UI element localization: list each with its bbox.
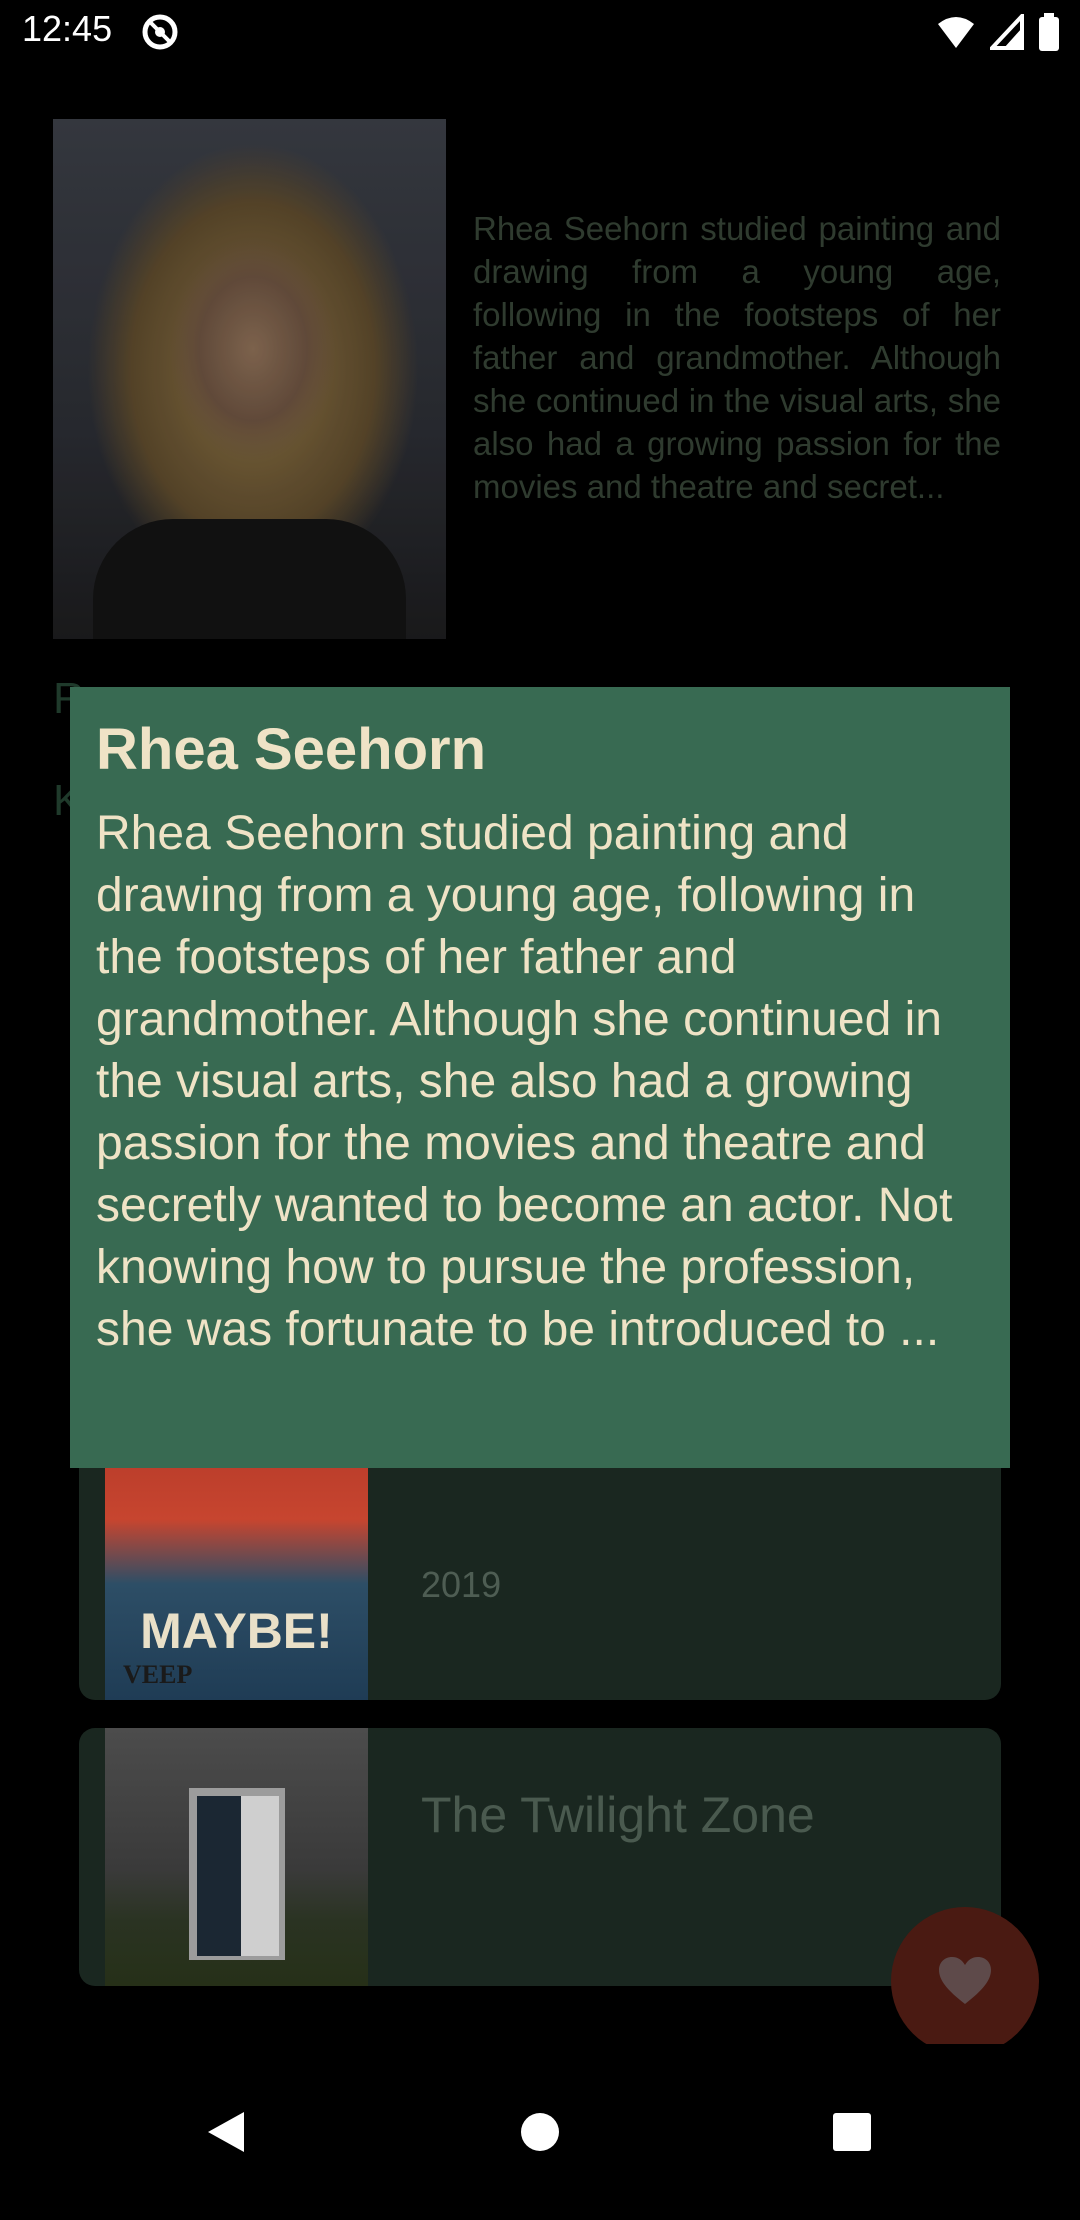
status-icons (936, 12, 1060, 52)
status-bar: 12:45 (0, 0, 1080, 64)
card-year: 2019 (421, 1564, 502, 1605)
actor-photo (53, 119, 446, 639)
heart-icon (939, 1957, 991, 2004)
recents-button[interactable] (804, 2084, 900, 2180)
photo-shirt (93, 519, 406, 639)
navigation-bar (0, 2044, 1080, 2220)
door-panel (241, 1796, 279, 1956)
at-sign-icon (142, 14, 178, 50)
back-button[interactable] (178, 2084, 274, 2180)
poster-sub-text: VEEP (123, 1660, 193, 1689)
battery-icon (1039, 13, 1059, 51)
recents-icon (833, 2113, 871, 2151)
card-title: The Twilight Zone (421, 1787, 815, 1843)
status-time: 12:45 (22, 8, 113, 49)
actor-bio-short: Rhea Seehorn studied painting and drawin… (473, 210, 1001, 505)
home-button[interactable] (492, 2084, 588, 2180)
dialog-text: Rhea Seehorn studied painting and drawin… (96, 807, 953, 1356)
dialog-title: Rhea Seehorn (96, 717, 486, 782)
back-icon (208, 2112, 244, 2152)
bio-dialog[interactable]: Rhea Seehorn Rhea Seehorn studied painti… (70, 687, 1010, 1468)
twilight-zone-poster (105, 1728, 368, 1986)
favorite-fab[interactable] (891, 1907, 1039, 2055)
door-opening (197, 1796, 241, 1956)
veep-poster: MAYBE! VEEP (105, 1442, 368, 1700)
door-frame (189, 1788, 285, 1960)
filmography-card[interactable]: MAYBE! VEEP 2019 (79, 1442, 1001, 1700)
wifi-icon (938, 17, 974, 48)
filmography-card[interactable]: The Twilight Zone 2019 (79, 1728, 1001, 1986)
signal-icon (990, 14, 1024, 50)
poster-title-text: MAYBE! (140, 1603, 333, 1659)
home-icon (521, 2113, 559, 2151)
